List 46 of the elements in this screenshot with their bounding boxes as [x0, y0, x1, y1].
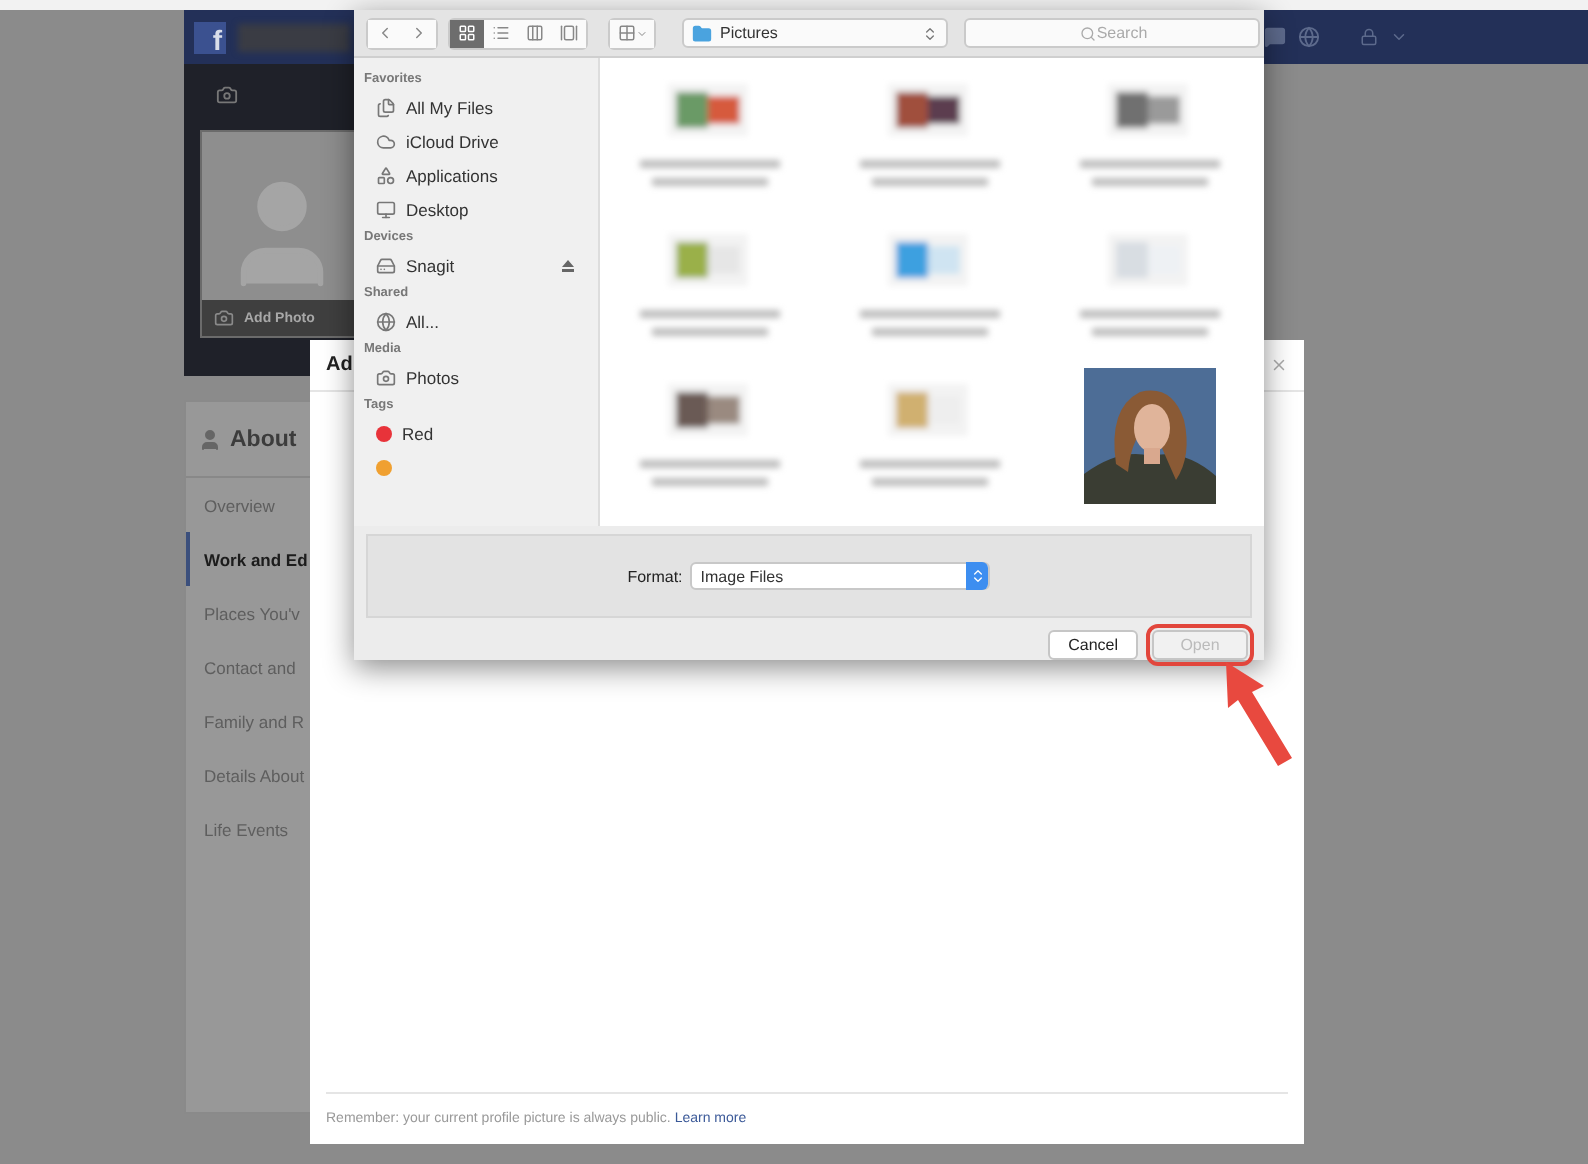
camera-icon — [376, 367, 396, 387]
search-field[interactable]: Search — [964, 18, 1260, 48]
gallery-icon — [560, 24, 578, 42]
caret-icon[interactable] — [1390, 28, 1408, 46]
columns-icon — [526, 24, 544, 42]
cloud-icon — [376, 131, 396, 151]
globe-icon — [376, 311, 396, 331]
grid-icon — [617, 24, 635, 42]
chevron-right-icon — [410, 24, 428, 42]
format-popup[interactable]: Image Files — [690, 562, 991, 590]
sidebar-item[interactable]: Desktop — [364, 192, 598, 226]
list-icon — [492, 24, 510, 42]
camera-icon[interactable] — [216, 84, 238, 106]
folder-icon — [692, 23, 712, 43]
sidebar-item[interactable]: Red — [364, 416, 598, 450]
stepper-icon — [969, 568, 986, 584]
logo[interactable]: f — [194, 21, 226, 53]
close-icon[interactable] — [1270, 356, 1288, 374]
sidebar-item[interactable]: Snagit — [364, 248, 598, 282]
location-popup[interactable]: Pictures — [682, 18, 948, 48]
dialog-title: Ad — [326, 354, 353, 376]
files-icon — [376, 97, 396, 117]
drive-icon — [376, 255, 396, 275]
sidebar-item[interactable]: All My Files — [364, 90, 598, 124]
grid-icon — [458, 24, 476, 42]
monitor-icon — [376, 199, 396, 219]
stepper-icon — [922, 25, 938, 41]
chevron-left-icon — [376, 24, 394, 42]
message-icon[interactable] — [1264, 26, 1286, 48]
globe-icon[interactable] — [1298, 26, 1320, 48]
sidebar-item[interactable]: All... — [364, 304, 598, 338]
about-heading: About — [230, 427, 297, 451]
sidebar-item[interactable]: Photos — [364, 360, 598, 394]
dialog-button[interactable]: Cancel — [1048, 630, 1138, 660]
lock-icon[interactable] — [1360, 28, 1378, 46]
eject-icon[interactable] — [562, 259, 574, 271]
caret-icon — [635, 27, 647, 39]
camera-icon — [214, 308, 234, 328]
view-button[interactable] — [450, 19, 484, 47]
sidebar-item[interactable]: Applications — [364, 158, 598, 192]
search-icon — [1080, 25, 1096, 41]
format-label: Format: — [627, 567, 683, 585]
person-icon — [198, 427, 222, 451]
sidebar-item[interactable]: iCloud Drive — [364, 124, 598, 158]
redacted-name — [238, 23, 350, 51]
shapes-icon — [376, 165, 396, 185]
